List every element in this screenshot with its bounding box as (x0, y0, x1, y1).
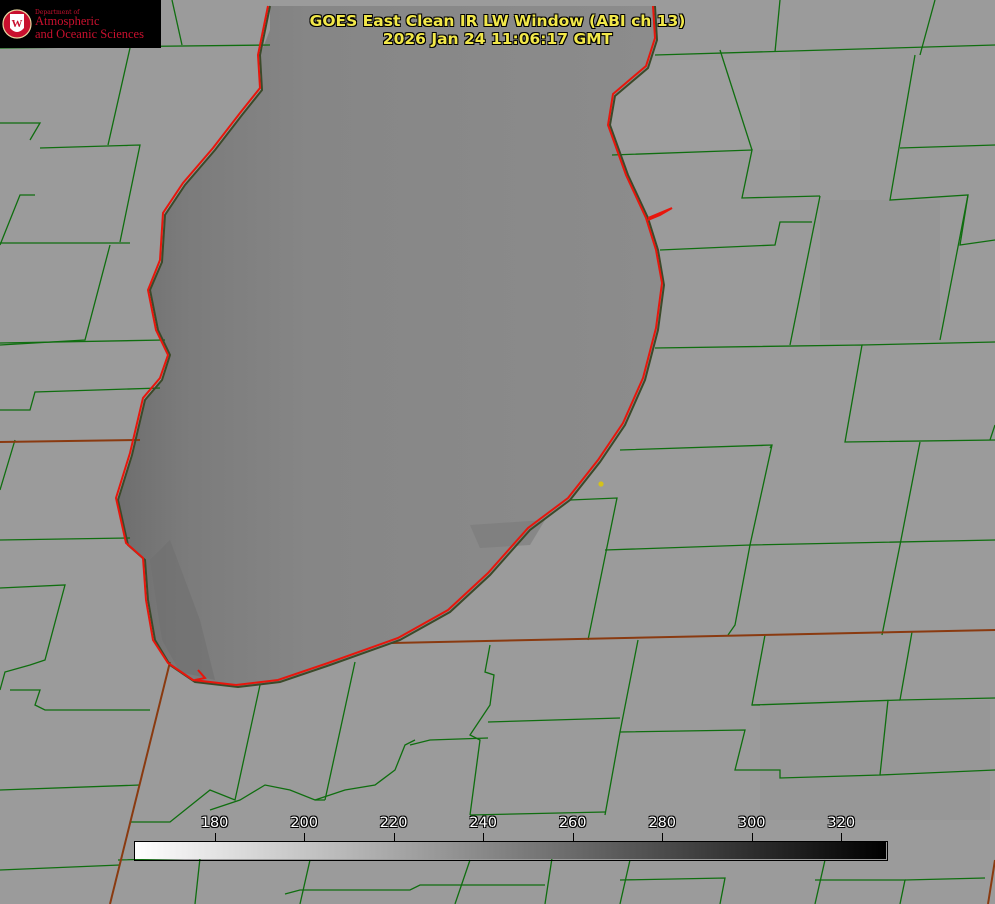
image-timestamp: 2026 Jan 24 11:06:17 GMT (382, 30, 613, 48)
colorbar-tick-mark (304, 833, 306, 841)
colorbar-tick-mark (483, 833, 485, 841)
colorbar-tick-label: 240 (469, 815, 497, 831)
colorbar-tick-label: 180 (200, 815, 229, 831)
colorbar-tick-label: 320 (827, 815, 856, 831)
colorbar-tick-label: 200 (290, 815, 318, 831)
colorbar-tick-label: 220 (379, 815, 408, 831)
image-title: GOES East Clean IR LW Window (ABI ch 13) (309, 12, 686, 30)
colorbar-tick-mark (841, 833, 843, 841)
colorbar-tick-mark (393, 833, 395, 841)
colorbar-tick-mark (214, 833, 216, 841)
colorbar-tick-mark (751, 833, 753, 841)
location-marker (598, 481, 604, 487)
satellite-image: W Department of Atmospheric and Oceanic … (0, 0, 995, 904)
colorbar-tick-label: 300 (737, 815, 766, 831)
colorbar-tick-mark (662, 833, 664, 841)
colorbar-tick-label: 280 (648, 815, 677, 831)
colorbar-tick-mark (572, 833, 574, 841)
colorbar-tick-label: 260 (558, 815, 587, 831)
colorbar (134, 841, 888, 861)
map-layer (0, 0, 995, 904)
